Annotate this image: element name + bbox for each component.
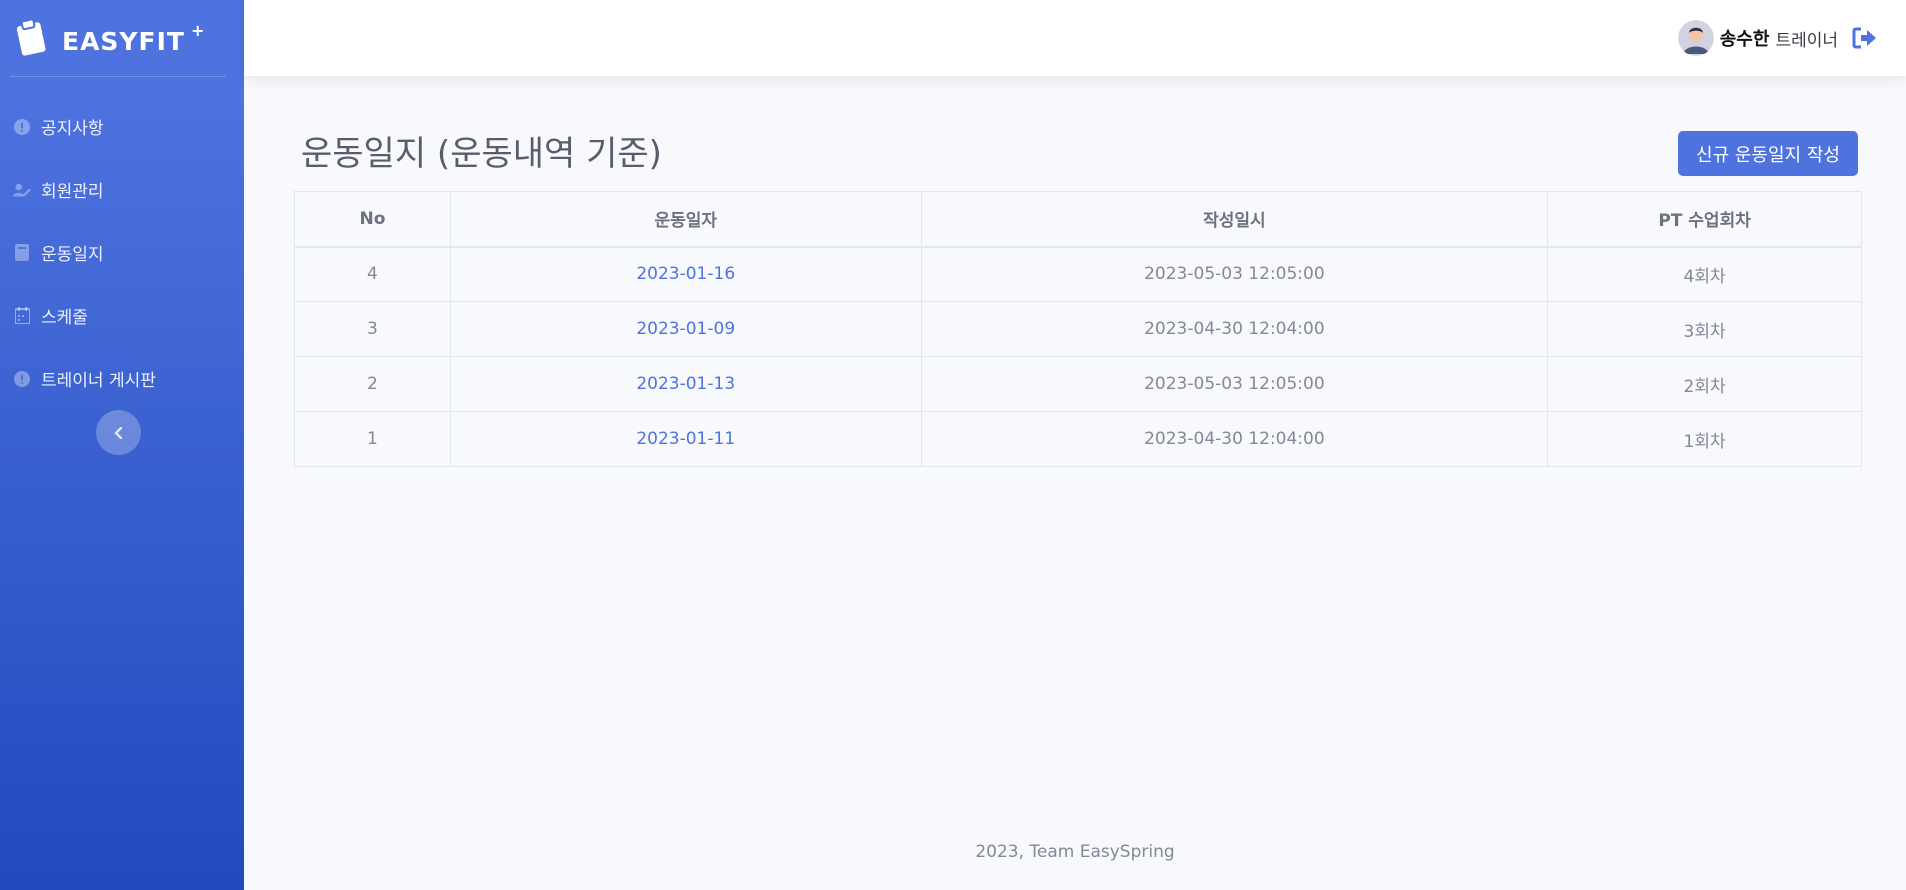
sidebar-toggle-button[interactable] (96, 410, 141, 455)
page-title: 운동일지 (운동내역 기준) (301, 134, 662, 174)
cell-created-at: 2023-05-03 12:05:00 (920, 356, 1549, 412)
sign-out-icon[interactable] (1852, 26, 1878, 50)
cell-pt-session: 2회차 (1547, 356, 1862, 412)
user-name: 송수한 (1719, 29, 1770, 50)
cell-no: 2 (294, 356, 451, 412)
sidebar-item-label: 운동일지 (41, 245, 104, 265)
sidebar-item-label: 공지사항 (41, 119, 104, 139)
workout-log-table: No 운동일자 작성일시 PT 수업회차 4 2023-01-16 2023-0… (294, 191, 1862, 467)
column-header-no[interactable]: No (294, 191, 451, 248)
table-row: 2 2023-01-13 2023-05-03 12:05:00 2회차 (294, 356, 1862, 412)
cell-workout-date-link[interactable]: 2023-01-16 (449, 246, 922, 302)
topbar: 송수한 트레이너 (244, 0, 1906, 76)
sidebar-item-label: 트레이너 게시판 (41, 371, 156, 391)
column-header-pt-session[interactable]: PT 수업회차 (1547, 191, 1862, 248)
new-workout-log-button[interactable]: 신규 운동일지 작성 (1678, 131, 1858, 176)
sidebar-item-label: 회원관리 (41, 182, 104, 202)
cell-workout-date-link[interactable]: 2023-01-11 (449, 411, 922, 467)
book-icon (13, 244, 31, 262)
clipboard-icon (16, 18, 46, 56)
user-role: 트레이너 (1775, 30, 1838, 51)
cell-pt-session: 3회차 (1547, 301, 1862, 357)
cell-pt-session: 4회차 (1547, 246, 1862, 302)
sidebar: EASYFIT + 공지사항 회원관리 운동일지 스케줄 트레이너 게시판 (0, 0, 244, 890)
table-header-row: No 운동일자 작성일시 PT 수업회차 (294, 191, 1862, 248)
table-row: 3 2023-01-09 2023-04-30 12:04:00 3회차 (294, 301, 1862, 357)
cell-workout-date-link[interactable]: 2023-01-13 (449, 356, 922, 412)
cell-no: 3 (294, 301, 451, 357)
sidebar-item-members[interactable]: 회원관리 (0, 158, 244, 221)
calendar-icon (13, 307, 31, 325)
brand-name: EASYFIT + (62, 20, 206, 56)
column-header-created-at[interactable]: 작성일시 (920, 191, 1549, 248)
user-edit-icon (13, 181, 31, 199)
cell-pt-session: 1회차 (1547, 411, 1862, 467)
cell-created-at: 2023-04-30 12:04:00 (920, 301, 1549, 357)
brand[interactable]: EASYFIT + (0, 0, 244, 76)
sidebar-item-notice[interactable]: 공지사항 (0, 95, 244, 158)
alert-circle-icon (13, 118, 31, 136)
cell-no: 4 (294, 246, 451, 302)
column-header-workout-date[interactable]: 운동일자 (449, 191, 922, 248)
sidebar-divider (10, 76, 226, 77)
table-row: 1 2023-01-11 2023-04-30 12:04:00 1회차 (294, 411, 1862, 467)
avatar[interactable] (1677, 20, 1714, 56)
sidebar-item-schedule[interactable]: 스케줄 (0, 284, 244, 347)
cell-created-at: 2023-04-30 12:04:00 (920, 411, 1549, 467)
user-menu[interactable]: 송수한 트레이너 (1677, 18, 1878, 58)
cell-workout-date-link[interactable]: 2023-01-09 (449, 301, 922, 357)
cell-created-at: 2023-05-03 12:05:00 (920, 246, 1549, 302)
alert-circle-icon (13, 370, 31, 388)
table-row: 4 2023-01-16 2023-05-03 12:05:00 4회차 (294, 246, 1862, 302)
sidebar-nav: 공지사항 회원관리 운동일지 스케줄 트레이너 게시판 (0, 95, 244, 410)
chevron-left-icon (113, 426, 122, 439)
sidebar-item-workout-log[interactable]: 운동일지 (0, 221, 244, 284)
footer: 2023, Team EasySpring (975, 842, 1175, 862)
sidebar-item-trainer-board[interactable]: 트레이너 게시판 (0, 347, 244, 410)
sidebar-item-label: 스케줄 (41, 308, 88, 328)
cell-no: 1 (294, 411, 451, 467)
